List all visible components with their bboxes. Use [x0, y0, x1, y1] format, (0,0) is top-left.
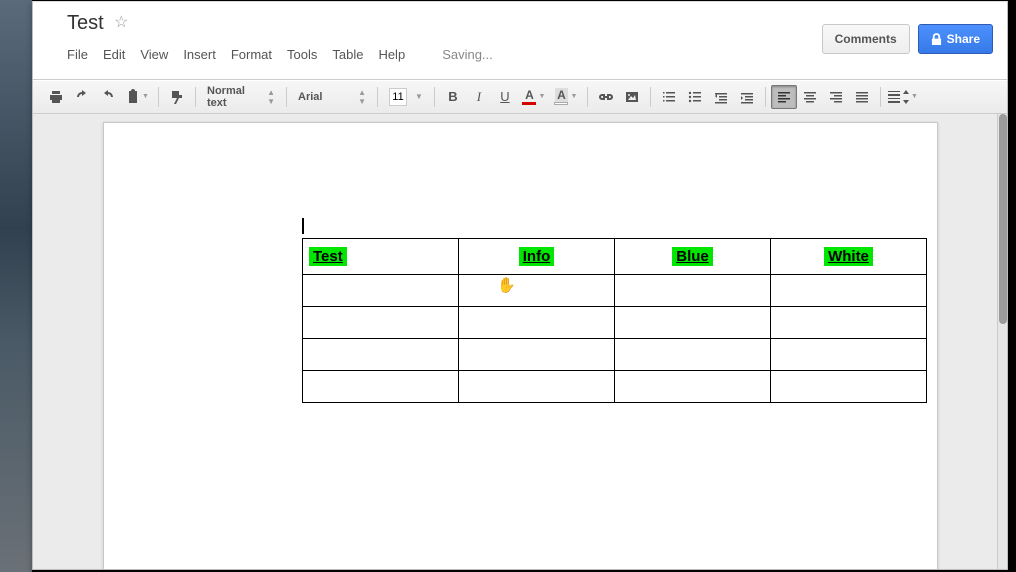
indent-icon[interactable] — [734, 85, 760, 109]
table-cell[interactable] — [615, 307, 771, 339]
table-cell[interactable] — [615, 371, 771, 403]
star-icon[interactable]: ☆ — [114, 14, 128, 31]
table-cell[interactable] — [459, 339, 615, 371]
table-cell[interactable] — [303, 371, 459, 403]
document-table[interactable]: Test Info Blue White — [302, 238, 927, 403]
table-cell[interactable] — [459, 371, 615, 403]
table-cell[interactable] — [771, 275, 927, 307]
table-row[interactable] — [303, 371, 927, 403]
menu-format[interactable]: Format — [231, 47, 272, 62]
share-button[interactable]: Share — [918, 24, 993, 54]
highlight-color-icon[interactable]: A ▼ — [550, 85, 582, 109]
font-label: Arial — [298, 91, 322, 103]
separator — [158, 87, 159, 107]
table-cell[interactable]: Blue — [615, 239, 771, 275]
separator — [377, 87, 378, 107]
document-title[interactable]: Test — [67, 12, 104, 35]
separator — [195, 87, 196, 107]
text-color-icon[interactable]: A ▼ — [518, 85, 550, 109]
document-canvas[interactable]: Test Info Blue White ✋ — [33, 114, 1007, 569]
table-row[interactable]: Test Info Blue White — [303, 239, 927, 275]
table-cell[interactable] — [771, 307, 927, 339]
menu-file[interactable]: File — [67, 47, 88, 62]
table-row[interactable] — [303, 275, 927, 307]
desktop-background-sliver — [0, 0, 32, 572]
separator — [765, 87, 766, 107]
menu-view[interactable]: View — [140, 47, 168, 62]
bold-icon[interactable]: B — [440, 85, 466, 109]
numbered-list-icon[interactable] — [656, 85, 682, 109]
table-cell[interactable] — [771, 339, 927, 371]
table-cell[interactable]: White — [771, 239, 927, 275]
link-icon[interactable] — [593, 85, 619, 109]
table-cell[interactable] — [303, 339, 459, 371]
table-cell[interactable] — [303, 275, 459, 307]
menu-table[interactable]: Table — [332, 47, 363, 62]
table-row[interactable] — [303, 307, 927, 339]
table-cell[interactable] — [771, 371, 927, 403]
italic-icon[interactable]: I — [466, 85, 492, 109]
table-cell[interactable] — [459, 307, 615, 339]
separator — [286, 87, 287, 107]
separator — [587, 87, 588, 107]
cell-text: Test — [309, 247, 347, 266]
paint-format-icon[interactable] — [164, 85, 190, 109]
cell-text: Info — [519, 247, 555, 266]
line-spacing-icon[interactable]: ▼ — [886, 85, 920, 109]
header: Test ☆ Comments Share File Edit View Ins… — [33, 2, 1007, 80]
underline-icon[interactable]: U — [492, 85, 518, 109]
separator — [434, 87, 435, 107]
font-size-input[interactable] — [389, 88, 407, 106]
print-icon[interactable] — [43, 85, 69, 109]
save-status: Saving... — [442, 47, 493, 62]
align-justify-icon[interactable] — [849, 85, 875, 109]
scrollbar-thumb[interactable] — [999, 114, 1007, 324]
image-icon[interactable] — [619, 85, 645, 109]
menu-edit[interactable]: Edit — [103, 47, 125, 62]
table-cell[interactable]: Test — [303, 239, 459, 275]
align-right-icon[interactable] — [823, 85, 849, 109]
page[interactable]: Test Info Blue White ✋ — [103, 122, 938, 569]
redo-icon[interactable] — [95, 85, 121, 109]
table-cell[interactable] — [615, 339, 771, 371]
lock-icon — [931, 33, 942, 46]
table-cell[interactable] — [615, 275, 771, 307]
menu-tools[interactable]: Tools — [287, 47, 317, 62]
menu-insert[interactable]: Insert — [183, 47, 216, 62]
comments-button[interactable]: Comments — [822, 24, 910, 54]
bulleted-list-icon[interactable] — [682, 85, 708, 109]
cell-text: Blue — [672, 247, 713, 266]
table-cell[interactable] — [303, 307, 459, 339]
app-window: Test ☆ Comments Share File Edit View Ins… — [32, 1, 1008, 570]
align-center-icon[interactable] — [797, 85, 823, 109]
cell-text: White — [824, 247, 873, 266]
separator — [880, 87, 881, 107]
vertical-scrollbar[interactable] — [997, 114, 1007, 569]
font-size-control[interactable]: ▼ — [383, 85, 429, 109]
menu-help[interactable]: Help — [378, 47, 405, 62]
align-left-icon[interactable] — [771, 85, 797, 109]
table-cell[interactable]: Info — [459, 239, 615, 275]
undo-icon[interactable] — [69, 85, 95, 109]
outdent-icon[interactable] — [708, 85, 734, 109]
table-row[interactable] — [303, 339, 927, 371]
separator — [650, 87, 651, 107]
paragraph-style-dropdown[interactable]: Normal text ▲▼ — [201, 85, 281, 109]
clipboard-icon[interactable]: ▼ — [121, 85, 153, 109]
toolbar: ▼ Normal text ▲▼ Arial ▲▼ ▼ B I U A ▼ — [33, 80, 1007, 114]
font-size-caret[interactable]: ▼ — [415, 92, 423, 101]
table-cell[interactable] — [459, 275, 615, 307]
font-dropdown[interactable]: Arial ▲▼ — [292, 85, 372, 109]
header-buttons: Comments Share — [822, 24, 993, 54]
text-caret — [302, 218, 304, 234]
paragraph-style-label: Normal text — [207, 85, 263, 109]
share-label: Share — [947, 32, 980, 46]
